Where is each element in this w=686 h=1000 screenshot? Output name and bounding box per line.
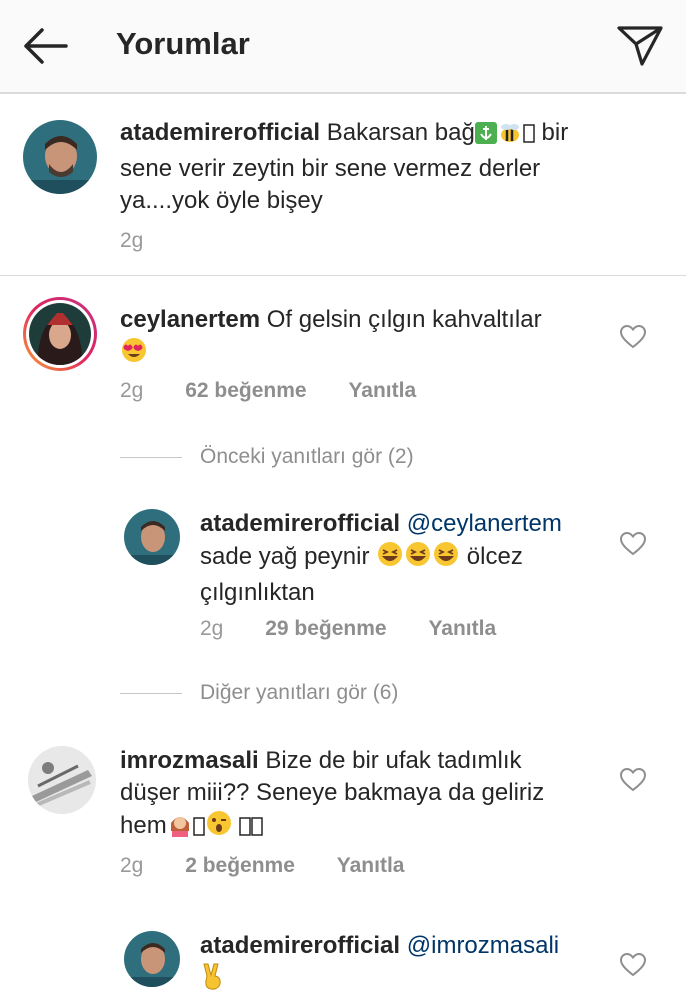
comment-username[interactable]: imrozmasali	[120, 747, 259, 774]
avatar[interactable]	[23, 120, 97, 194]
reply-meta: 2g 29 beğenme Yanıtla	[200, 615, 532, 643]
back-button[interactable]	[20, 24, 70, 68]
comment-text: ceylanertem Of gelsin çılgın kahvaltılar	[120, 304, 600, 373]
share-button[interactable]	[616, 24, 664, 68]
like-button[interactable]	[619, 531, 647, 556]
heart-icon	[619, 767, 647, 792]
reply-button[interactable]: Yanıtla	[428, 617, 496, 640]
top-bar: Yorumlar	[0, 0, 686, 94]
laughing-emoji-icon	[376, 540, 404, 577]
timestamp: 2g	[120, 229, 144, 252]
timestamp: 2g	[120, 379, 144, 402]
avatar[interactable]	[124, 509, 180, 565]
reply-body-2: ölcez	[466, 543, 523, 570]
comment-meta: 2g 62 beğenme Yanıtla	[120, 377, 452, 405]
likes-count[interactable]: 2 beğenme	[185, 854, 295, 877]
reply-body-3: çılgınlıktan	[200, 579, 315, 606]
view-more-replies[interactable]: Diğer yanıtları gör (6)	[120, 679, 460, 707]
divider	[0, 275, 686, 276]
missing-glyph-icon	[192, 814, 205, 846]
caption-username[interactable]: atademirerofficial	[120, 119, 320, 146]
view-previous-replies[interactable]: Önceki yanıtları gör (2)	[120, 443, 460, 471]
caption-line-3: sene verir zeytin bir sene vermez derler	[120, 155, 541, 182]
avatar-story-ring[interactable]	[23, 297, 97, 371]
mention-link[interactable]: @imrozmasali	[407, 932, 559, 959]
comment-body-3: hem	[120, 812, 167, 839]
caption-text: atademirerofficial Bakarsan bağ bir sene…	[120, 117, 640, 217]
laughing-emoji-icon	[404, 540, 432, 577]
caption-line-2: bir	[541, 119, 569, 146]
winking-emoji-icon	[205, 809, 233, 846]
heart-icon	[619, 952, 647, 977]
reply-body: sade yağ peynir	[200, 543, 370, 570]
missing-glyph-icon	[251, 814, 264, 846]
avatar[interactable]	[28, 746, 96, 814]
view-previous-replies-label: Önceki yanıtları gör (2)	[200, 445, 414, 468]
missing-glyph-icon	[523, 121, 535, 153]
like-button[interactable]	[619, 324, 647, 349]
comment-text: imrozmasali Bize de bir ufak tadımlık dü…	[120, 745, 610, 846]
comment-username[interactable]: ceylanertem	[120, 306, 260, 333]
comment-meta: 2g 2 beğenme Yanıtla	[120, 852, 440, 880]
comment-body: Of gelsin çılgın kahvaltılar	[266, 306, 542, 333]
person-emoji-icon	[167, 811, 193, 846]
reply-text: atademirerofficial @ceylanertem sade yağ…	[200, 508, 610, 609]
mention-link[interactable]: @ceylanertem	[407, 510, 562, 537]
arrow-left-icon	[24, 28, 68, 64]
victory-hand-emoji-icon	[200, 962, 226, 999]
anchor-emoji-icon	[474, 121, 497, 153]
caption-meta: 2g	[120, 227, 179, 255]
likes-count[interactable]: 62 beğenme	[185, 379, 306, 402]
divider-line	[120, 457, 182, 458]
caption-line-4: ya....yok öyle bişey	[120, 187, 323, 214]
divider-line	[120, 693, 182, 694]
timestamp: 2g	[120, 854, 144, 877]
likes-count[interactable]: 29 beğenme	[265, 617, 386, 640]
comment-body-2: düşer miii?? Seneye bakmaya da geliriz	[120, 779, 545, 806]
avatar[interactable]	[124, 931, 180, 987]
heart-icon	[619, 324, 647, 349]
reply-username[interactable]: atademirerofficial	[200, 510, 400, 537]
page-title: Yorumlar	[116, 26, 250, 61]
reply-text: atademirerofficial @imrozmasali	[200, 930, 610, 999]
paper-plane-icon	[617, 26, 663, 66]
heart-icon	[619, 531, 647, 556]
timestamp: 2g	[200, 617, 224, 640]
reply-button[interactable]: Yanıtla	[337, 854, 405, 877]
like-button[interactable]	[619, 767, 647, 792]
caption-line-1: Bakarsan bağ	[326, 119, 475, 146]
like-button[interactable]	[619, 952, 647, 977]
view-more-replies-label: Diğer yanıtları gör (6)	[200, 681, 399, 704]
heart-eyes-emoji-icon	[120, 336, 148, 373]
reply-button[interactable]: Yanıtla	[348, 379, 416, 402]
comment-body: Bize de bir ufak tadımlık	[265, 747, 522, 774]
bee-emoji-icon	[497, 121, 523, 153]
missing-glyph-icon	[239, 814, 252, 846]
reply-username[interactable]: atademirerofficial	[200, 932, 400, 959]
laughing-emoji-icon	[432, 540, 460, 577]
